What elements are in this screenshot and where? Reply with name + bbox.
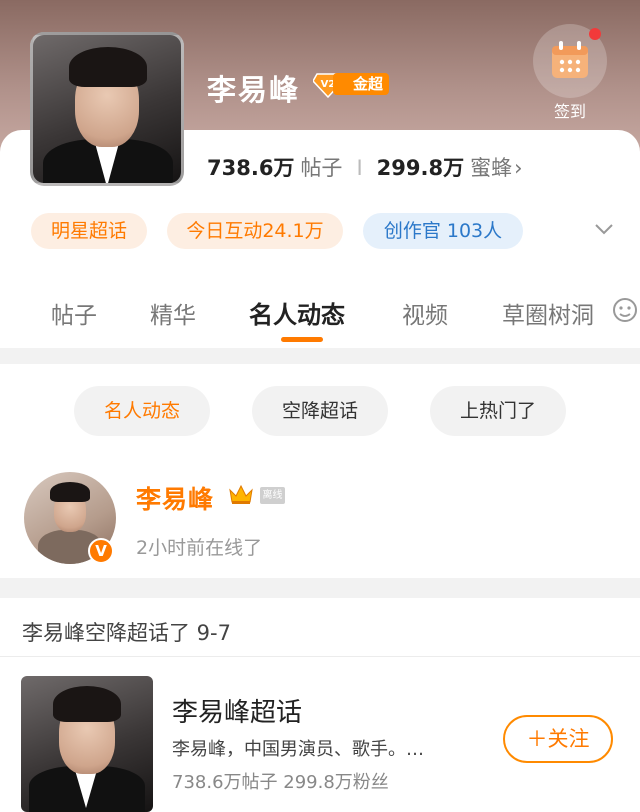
filter-celebrity-updates[interactable]: 名人动态 — [74, 386, 210, 436]
tab-videos[interactable]: 视频 — [402, 296, 448, 330]
page-title: 李易峰 — [207, 73, 301, 107]
fans-count[interactable]: 299.8万 — [377, 156, 464, 180]
posts-count: 738.6万 — [207, 156, 295, 180]
chevron-right-icon[interactable]: › — [514, 156, 522, 180]
filter-airdrop[interactable]: 空降超话 — [252, 386, 388, 436]
level-badge[interactable]: V2 金超 — [313, 70, 389, 98]
tab-celebrity-updates[interactable]: 名人动态 — [249, 295, 345, 330]
result-cover-image[interactable] — [21, 676, 153, 812]
tag-creators[interactable]: 创作官 103人 — [363, 213, 523, 249]
mask-face-icon — [613, 298, 637, 322]
tab-posts[interactable]: 帖子 — [51, 296, 97, 330]
crown-icon — [229, 484, 253, 504]
posts-label: 帖子 — [300, 156, 343, 180]
tab-bar: 帖子 精华 名人动态 视频 草圈树洞 — [0, 290, 640, 340]
result-description: 李易峰，中国男演员、歌手。… — [172, 739, 424, 760]
signin-button[interactable] — [533, 24, 607, 98]
result-stats: 738.6万帖子 299.8万粉丝 — [172, 772, 389, 793]
level-badge-label: 金超 — [333, 73, 389, 95]
notification-dot — [589, 28, 601, 40]
signin-label: 签到 — [553, 102, 586, 121]
filter-trending[interactable]: 上热门了 — [430, 386, 566, 436]
section-divider — [0, 656, 640, 657]
stats-row: 738.6万 帖子 I 299.8万 蜜蜂› — [207, 152, 522, 182]
online-status: 2小时前在线了 — [136, 537, 263, 559]
verified-badge: V — [88, 538, 114, 564]
result-title[interactable]: 李易峰超话 — [172, 692, 302, 729]
tab-featured[interactable]: 精华 — [150, 296, 196, 330]
stats-divider: I — [356, 156, 363, 180]
fans-label[interactable]: 蜜蜂 — [470, 156, 512, 180]
offline-badge: 离线 — [260, 487, 285, 504]
tag-today-interaction[interactable]: 今日互动24.1万 — [167, 213, 343, 249]
supertopic-cover-overlay — [30, 32, 184, 186]
celebrity-name[interactable]: 李易峰 — [136, 480, 214, 516]
follow-button[interactable]: ＋关注 — [503, 715, 613, 763]
active-tab-indicator — [281, 337, 323, 342]
tab-grass-treehole[interactable]: 草圈树洞 — [502, 296, 594, 330]
section-title: 李易峰空降超话了 9-7 — [22, 621, 231, 645]
tag-star-supertopic[interactable]: 明星超话 — [31, 213, 147, 249]
chevron-down-icon[interactable] — [593, 218, 615, 240]
